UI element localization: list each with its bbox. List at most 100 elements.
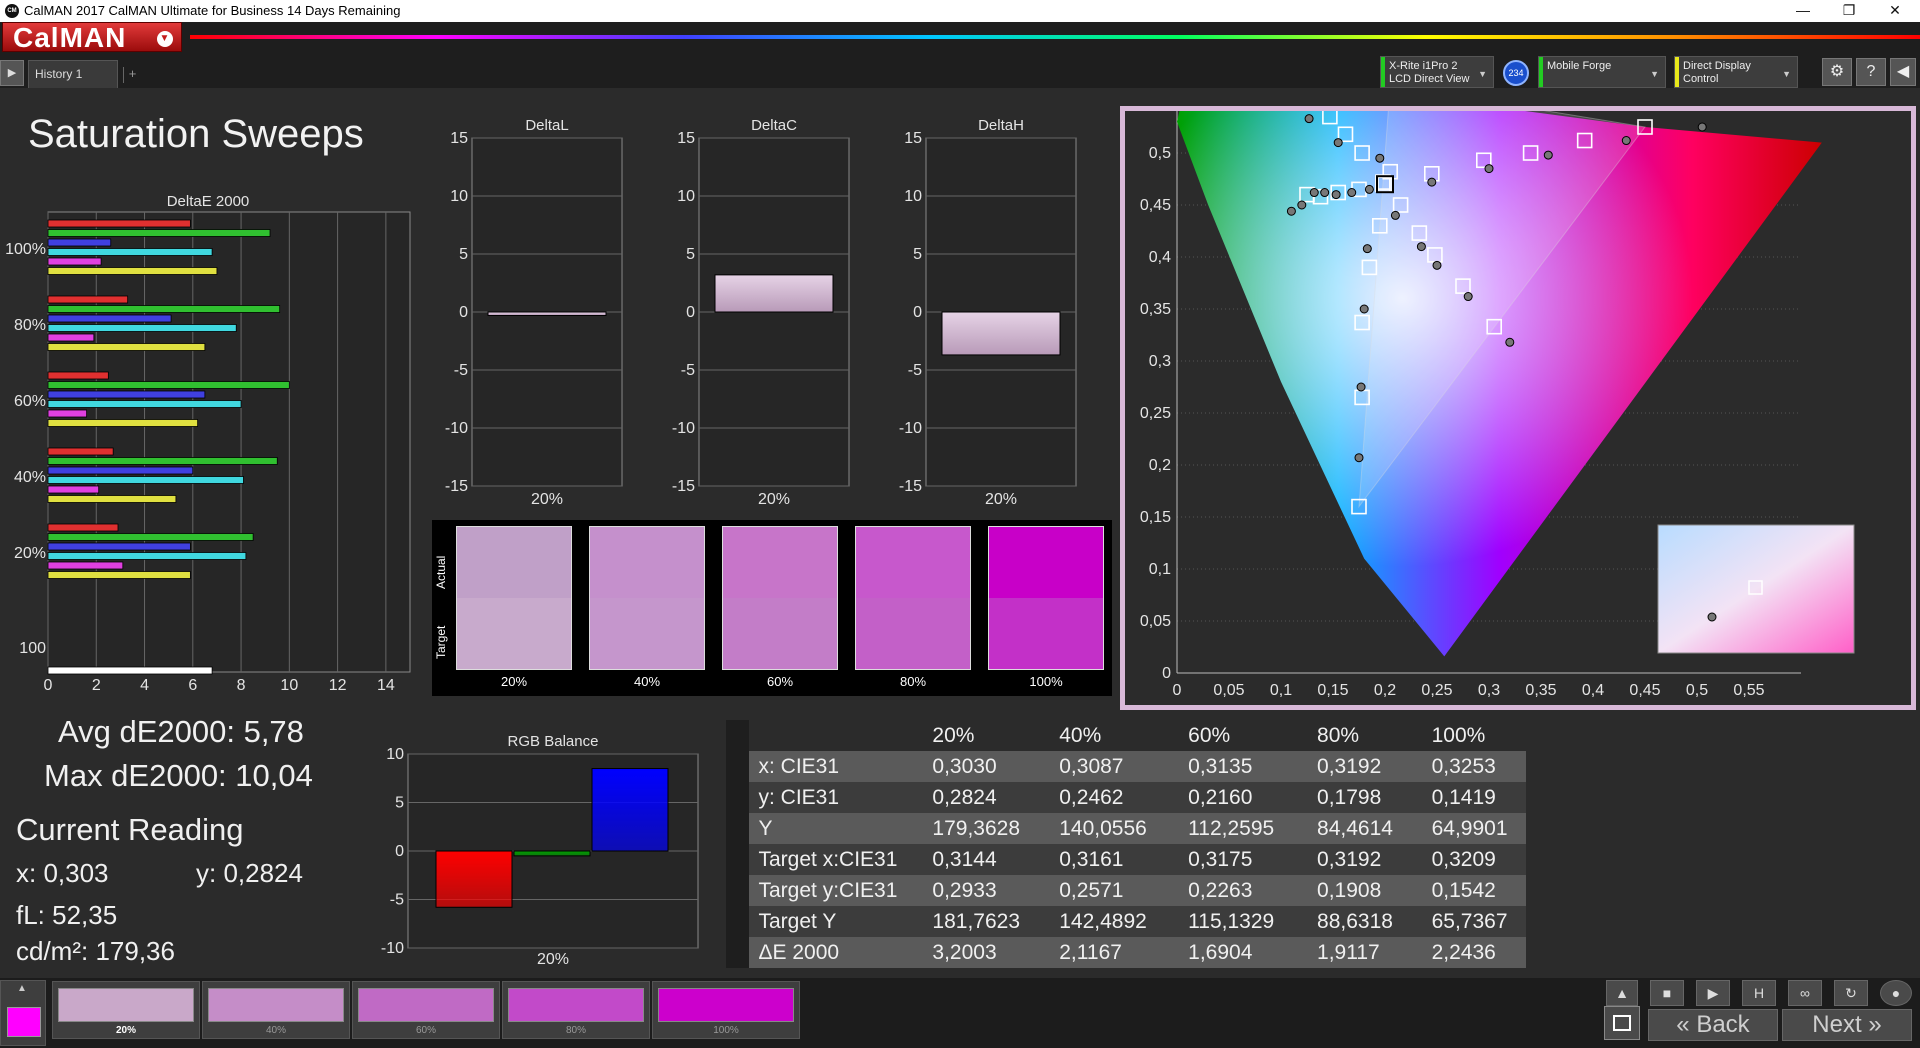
cie-y-tick: 0,2: [1149, 457, 1171, 474]
table-cell: 2,2436: [1421, 937, 1526, 968]
tab-label: History 1: [35, 67, 83, 81]
delta-category-label: 20%: [531, 491, 563, 506]
workflow-badge[interactable]: 234: [1503, 60, 1529, 86]
rainbow-bar: [190, 35, 1920, 39]
restore-button[interactable]: ❐: [1826, 0, 1872, 22]
deltae-bar: [47, 466, 194, 475]
deltae-group-label: 100: [19, 640, 46, 657]
table-cell: 0,2933: [922, 875, 1050, 906]
delta-y-tick: 0: [913, 304, 922, 321]
table-cell: 0,2571: [1049, 875, 1179, 906]
patch-button-40%[interactable]: 40%: [202, 981, 350, 1039]
delta-category-label: 20%: [758, 491, 790, 506]
row-label: Y: [748, 813, 923, 844]
table-cell: 140,0556: [1049, 813, 1179, 844]
actual-swatch: [590, 527, 704, 598]
patch-color: [508, 988, 644, 1022]
minimize-button[interactable]: —: [1780, 0, 1826, 22]
hold-icon[interactable]: H: [1742, 980, 1776, 1006]
patch-color: [358, 988, 494, 1022]
table-row: y: CIE31 0,2824 0,2462 0,2160 0,1798 0,1419: [726, 782, 1526, 813]
cie-measured-point: [1297, 200, 1307, 210]
stop-icon[interactable]: ■: [1650, 980, 1684, 1006]
rgb-bar-B: [591, 768, 669, 852]
close-button[interactable]: ✕: [1872, 0, 1918, 22]
table-cell: 1,9117: [1307, 937, 1422, 968]
rgb-y-tick: -5: [390, 892, 404, 909]
reading-y: y: 0,2824: [196, 858, 303, 888]
meter-status-bar: [1381, 57, 1385, 87]
next-button[interactable]: Next »: [1782, 1009, 1912, 1041]
help-icon[interactable]: ?: [1856, 58, 1886, 86]
record-icon[interactable]: ●: [1880, 980, 1912, 1006]
loop-icon[interactable]: ∞: [1788, 980, 1822, 1006]
reading-x: x: 0,303: [16, 858, 109, 888]
logo-text: CalMAN: [13, 22, 127, 53]
play-icon[interactable]: ▶: [1696, 980, 1730, 1006]
chevron-up-icon[interactable]: ▲: [1606, 980, 1638, 1006]
stop-square-button[interactable]: [1604, 1006, 1640, 1040]
patch-button-20%[interactable]: 20%: [52, 981, 200, 1039]
table-gutter: [726, 720, 749, 751]
deltae-x-tick: 14: [377, 677, 395, 694]
delta-y-tick: 10: [677, 188, 695, 205]
deltae-x-tick: 8: [237, 677, 246, 694]
cie-y-tick: 0,1: [1149, 561, 1171, 578]
table-cell: 0,2824: [922, 782, 1050, 813]
deltae-plot-area: [47, 211, 411, 673]
cie-x-tick: 0,55: [1733, 682, 1764, 699]
display-selector[interactable]: Direct Display Control ▼: [1674, 56, 1798, 88]
table-cell: 0,1908: [1307, 875, 1422, 906]
rgb-chart-title: RGB Balance: [508, 733, 599, 750]
column-header: 100%: [1421, 720, 1526, 751]
cie-measured-point: [1390, 210, 1400, 220]
play-icon[interactable]: ▶: [0, 60, 24, 86]
row-label: Target Y: [748, 906, 923, 937]
delta-y-tick: 15: [677, 130, 695, 147]
calman-logo-menu[interactable]: CalMAN ▼: [2, 22, 182, 53]
results-table: 20% 40% 60% 80% 100% x: CIE31 0,3030 0,308…: [726, 720, 1526, 968]
deltae-group-label: 100%: [5, 241, 46, 258]
chevron-down-icon: ▼: [1782, 69, 1791, 79]
swatch-80%: [855, 526, 971, 670]
cie-y-tick: 0,5: [1149, 145, 1171, 162]
swatch-60%: [722, 526, 838, 670]
deltae-bar: [47, 314, 172, 323]
chevron-up-icon[interactable]: ▲: [17, 983, 27, 994]
add-tab-icon[interactable]: +: [123, 67, 141, 83]
table-cell: 0,3192: [1307, 751, 1422, 782]
patch-label: 100%: [713, 1025, 739, 1036]
meter-selector[interactable]: X-Rite i1Pro 2 LCD Direct View ▼: [1380, 56, 1494, 88]
cie-measured-point: [1364, 184, 1374, 194]
delta-y-tick: 0: [686, 304, 695, 321]
deltae-group-label: 80%: [14, 317, 46, 334]
tab-history-1[interactable]: History 1 +: [28, 60, 136, 88]
table-cell: 0,3135: [1178, 751, 1308, 782]
swatch-label: 40%: [633, 674, 661, 689]
deltae-bar: [47, 381, 290, 389]
table-cell: 0,2263: [1178, 875, 1308, 906]
deltae-bar: [47, 400, 242, 408]
deltae-bar: [47, 229, 271, 237]
rgb-bar-G: [513, 850, 591, 857]
patch-button-80%[interactable]: 80%: [502, 981, 650, 1039]
cie-y-tick: 0,3: [1149, 353, 1171, 370]
source-selector[interactable]: Mobile Forge ▼: [1538, 56, 1666, 88]
target-swatch: [989, 598, 1103, 669]
cie-x-tick: 0,05: [1213, 682, 1244, 699]
patch-color: [208, 988, 344, 1022]
actual-swatch: [989, 527, 1103, 598]
cie-measured-point: [1427, 177, 1437, 187]
deltae-bar: [47, 409, 88, 418]
deltae-bar: [47, 666, 213, 675]
column-header: 20%: [922, 720, 1050, 751]
back-button[interactable]: « Back: [1648, 1009, 1778, 1041]
gear-icon[interactable]: ⚙: [1822, 58, 1852, 86]
swatch-20%: [456, 526, 572, 670]
refresh-icon[interactable]: ↻: [1834, 980, 1868, 1006]
patch-button-60%[interactable]: 60%: [352, 981, 500, 1039]
delta-chart-title: DeltaC: [751, 117, 797, 134]
expand-icon[interactable]: ◀: [1890, 58, 1916, 86]
actual-swatch: [856, 527, 970, 598]
patch-button-100%[interactable]: 100%: [652, 981, 800, 1039]
